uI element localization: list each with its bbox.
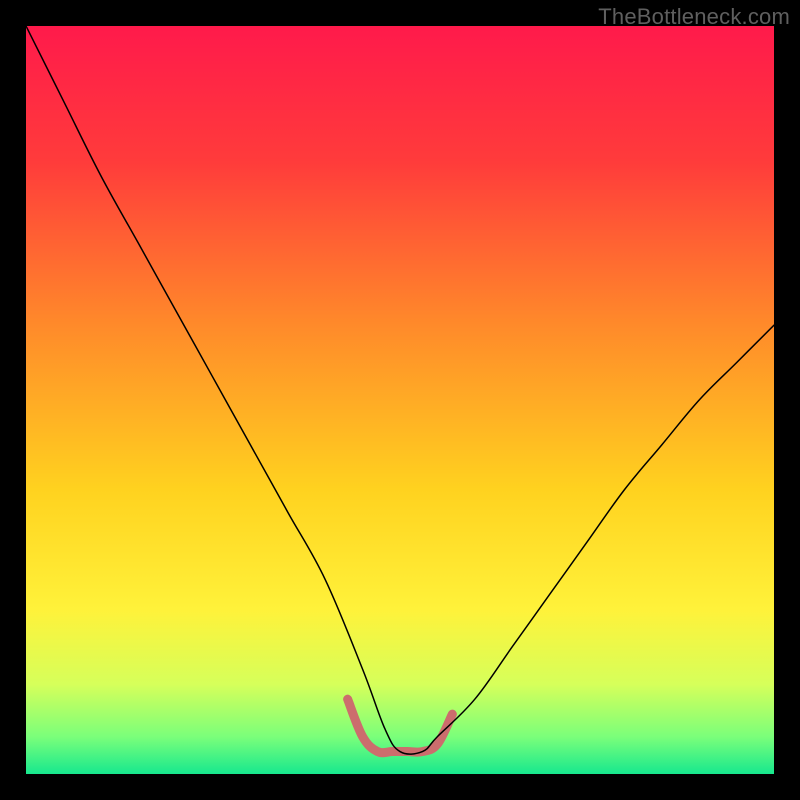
plot-area	[26, 26, 774, 774]
chart-svg	[26, 26, 774, 774]
chart-container: TheBottleneck.com	[0, 0, 800, 800]
gradient-background	[26, 26, 774, 774]
attribution-link[interactable]: TheBottleneck.com	[598, 4, 790, 30]
